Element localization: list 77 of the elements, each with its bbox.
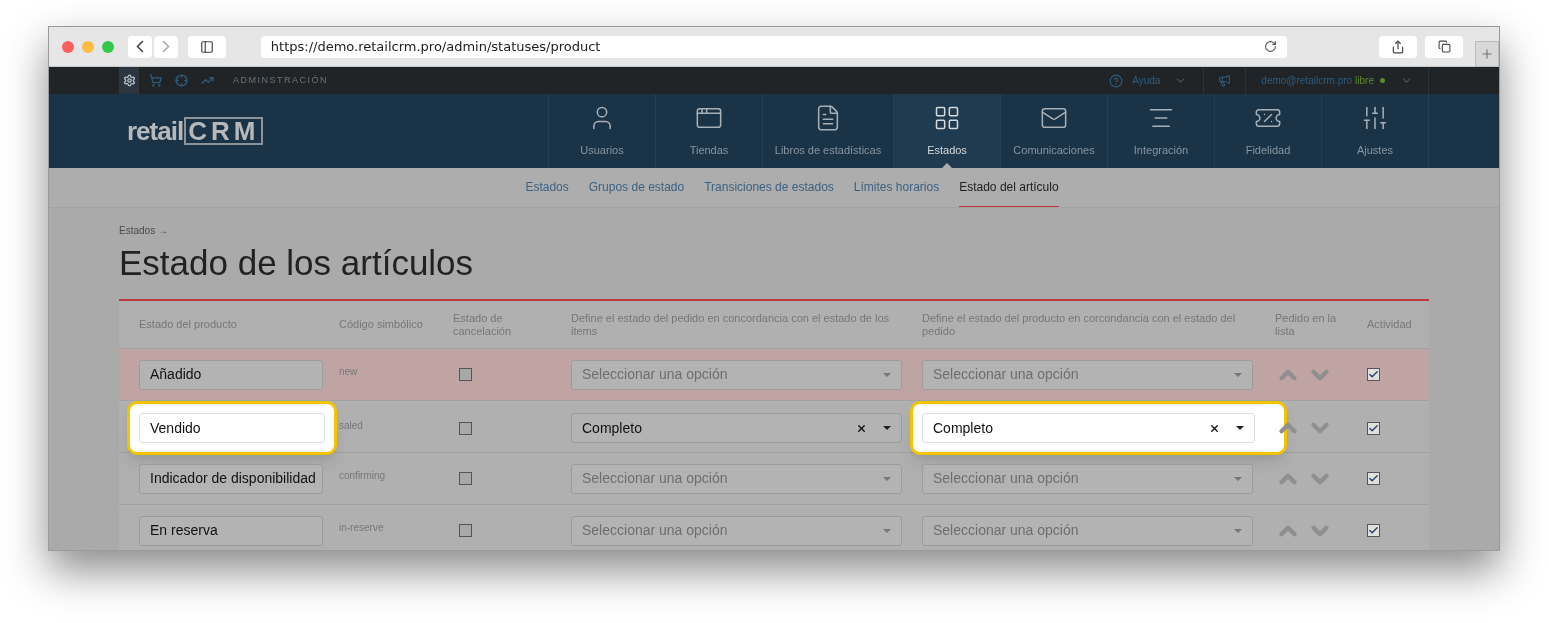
back-icon [135,40,144,53]
select-placeholder: Seleccionar una opción [582,521,729,540]
share-icon [1391,39,1406,54]
select-value: Completo [933,418,994,438]
page-title: Estado de los artículos [119,242,475,284]
select-field[interactable]: Completo [571,413,902,443]
select-field[interactable]: Completo [922,413,1255,443]
checkbox[interactable] [1367,472,1380,485]
select-placeholder: Seleccionar una opción [582,469,729,488]
tabs-icon [1437,40,1451,53]
close-window-button[interactable] [62,40,74,53]
forward-button[interactable] [153,35,178,58]
zoom-window-button[interactable] [101,40,114,53]
caret-icon [883,372,891,377]
help-icon[interactable] [1109,73,1124,88]
caret-icon [1234,528,1242,533]
logo: retail CRM [127,94,264,168]
select-placeholder: Seleccionar una opción [933,521,1080,540]
plus-icon [1480,46,1494,61]
section-label: ADMINSTRACIÓN [233,73,328,87]
caret-icon [1234,476,1242,481]
select-field[interactable]: Seleccionar una opción [571,463,902,494]
settings-icon[interactable] [119,67,139,94]
select-value: Completo [582,418,643,438]
sidebar-button[interactable] [187,35,226,58]
address-bar[interactable]: https://demo.retailcrm.pro/admin/statuses/product [260,35,1288,58]
name-input[interactable]: Añadido [139,359,323,390]
column-header: Actividad [1367,318,1413,331]
select-placeholder: Seleccionar una opción [582,365,729,384]
column-header: Código simbólico [339,318,424,331]
breadcrumb[interactable]: Estados → [119,223,1429,238]
select-field[interactable]: Seleccionar una opción [922,463,1253,494]
checkbox[interactable] [1367,421,1380,435]
caret-icon [1234,372,1242,377]
back-button[interactable] [127,35,152,58]
sub-nav-tab[interactable]: Transiciones de estados [704,168,834,207]
checkbox[interactable] [1367,524,1380,537]
column-header: Estado de cancelación [453,311,513,338]
symbolic-code: in-reserve [339,521,385,535]
caret-icon [883,528,891,533]
caret-icon [883,476,891,481]
checkbox[interactable] [459,472,472,485]
sub-nav-tab[interactable]: Estados [525,168,569,207]
caret-icon [1236,426,1244,430]
column-header: Estado del producto [138,318,238,331]
name-input[interactable]: En reserva [139,515,323,546]
user-email[interactable]: demo@retailcrm.pro [1261,73,1353,88]
sidebar-icon [199,39,214,54]
sub-nav-tab[interactable]: Estado del artículo [959,168,1059,207]
name-input[interactable]: Vendido [139,413,325,443]
plan-label: libre [1355,74,1374,88]
checkbox[interactable] [459,524,472,537]
clear-icon[interactable] [856,422,867,434]
forward-icon [161,40,170,53]
caret-icon [883,426,891,430]
tabs-button[interactable] [1425,35,1464,58]
name-input[interactable]: Indicador de disponibilidad [139,463,323,494]
share-button[interactable] [1379,35,1418,58]
sub-nav-tab[interactable]: Grupos de estado [588,168,685,207]
select-field[interactable]: Seleccionar una opción [922,515,1253,546]
select-placeholder: Seleccionar una opción [933,469,1080,488]
nav-item[interactable]: Estados [893,94,1000,168]
megaphone-icon[interactable] [1218,74,1232,87]
select-field[interactable]: Seleccionar una opción [922,359,1253,390]
new-tab-button[interactable] [1475,40,1499,67]
checkbox[interactable] [459,368,472,381]
checkbox[interactable] [1367,368,1380,381]
url-text: https://demo.retailcrm.pro/admin/statuses/product [270,37,602,56]
select-placeholder: Seleccionar una opción [933,365,1080,384]
minimize-window-button[interactable] [82,40,94,53]
clear-icon[interactable] [1209,422,1220,434]
checkbox[interactable] [459,421,472,435]
symbolic-code: new [339,365,359,379]
select-field[interactable]: Seleccionar una opción [571,515,902,546]
select-field[interactable]: Seleccionar una opción [571,359,902,390]
reload-icon[interactable] [1264,40,1278,53]
sub-nav-tab[interactable]: Límites horarios [853,168,940,207]
